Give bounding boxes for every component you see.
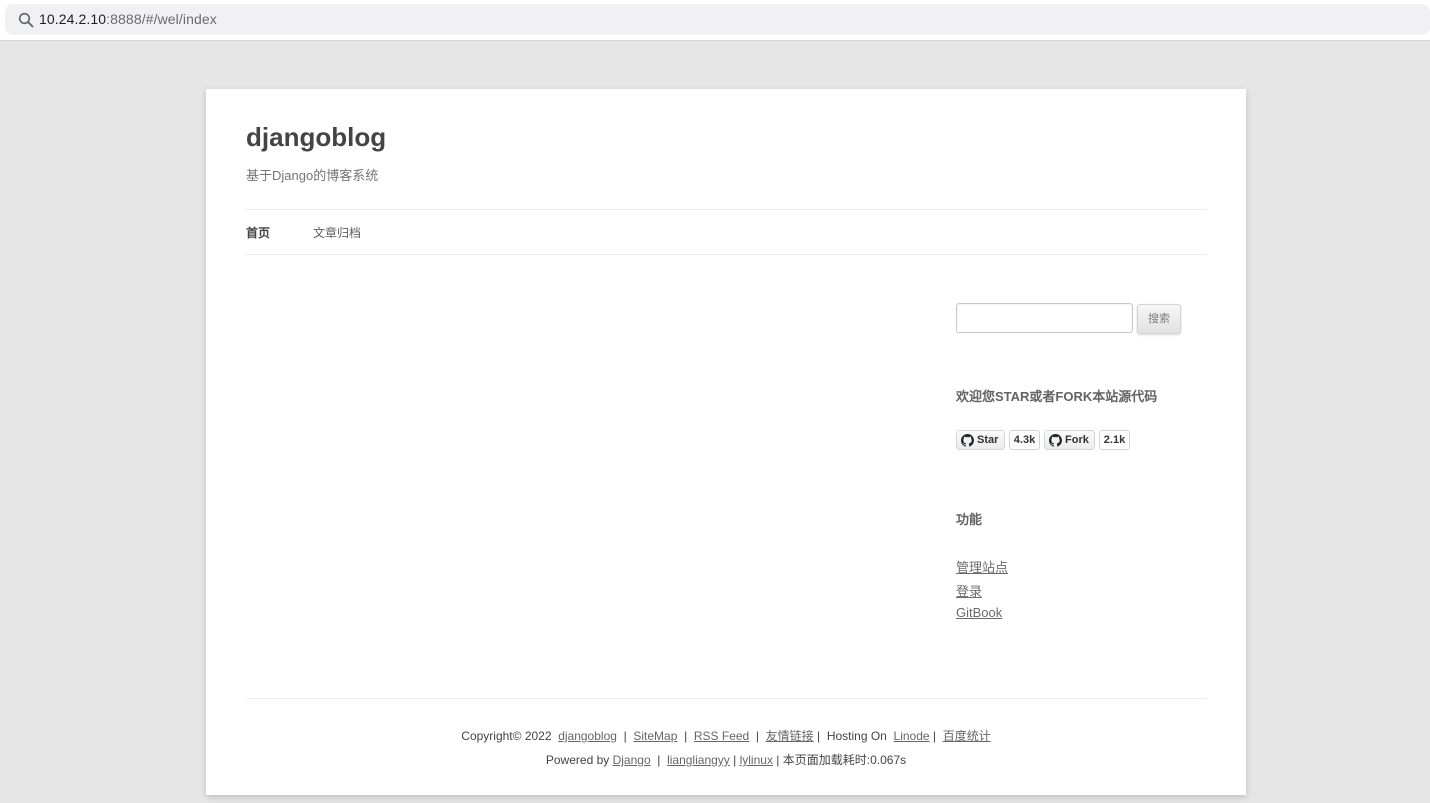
footer-site-link[interactable]: djangoblog <box>558 729 617 743</box>
functions-widget-title: 功能 <box>956 512 983 527</box>
search-icon <box>18 12 34 28</box>
url-text: 10.24.2.10:8888/#/wel/index <box>39 11 217 27</box>
fork-count[interactable]: 2.1k <box>1099 430 1130 450</box>
copyright-text: Copyright© 2022 <box>461 729 552 743</box>
hosting-text: Hosting On <box>826 729 887 743</box>
github-fork-button[interactable]: Fork <box>1044 430 1095 450</box>
star-count[interactable]: 4.3k <box>1009 430 1040 450</box>
browser-address-bar: 10.24.2.10:8888/#/wel/index <box>0 0 1430 41</box>
search-button[interactable]: 搜索 <box>1137 304 1181 334</box>
baidu-stats-link[interactable]: 百度统计 <box>943 729 991 743</box>
fork-label: Fork <box>1065 434 1089 446</box>
github-widget-title: 欢迎您STAR或者FORK本站源代码 <box>956 389 1158 404</box>
author-link[interactable]: liangliangyy <box>667 753 730 767</box>
django-link[interactable]: Django <box>613 753 651 767</box>
footer-divider <box>246 698 1207 699</box>
rss-feed-link[interactable]: RSS Feed <box>694 729 749 743</box>
page-card: djangoblog 基于Django的博客系统 首页 文章归档 搜索 欢迎您S… <box>206 89 1246 795</box>
url-path: :8888/#/wel/index <box>106 11 217 27</box>
footer-copyright-row: Copyright© 2022 djangoblog | SiteMap | R… <box>461 729 991 743</box>
nav-item-archive[interactable]: 文章归档 <box>313 224 361 241</box>
admin-site-link[interactable]: 管理站点 <box>956 557 1008 576</box>
gitbook-link[interactable]: GitBook <box>956 605 1002 620</box>
linode-link[interactable]: Linode <box>894 729 930 743</box>
star-label: Star <box>977 434 999 446</box>
site-description: 基于Django的博客系统 <box>246 168 379 183</box>
main-nav: 首页 文章归档 <box>246 209 1207 255</box>
github-icon <box>1049 433 1062 447</box>
powered-by-text: Powered by <box>545 753 610 767</box>
url-host: 10.24.2.10 <box>39 11 107 27</box>
lylinux-link[interactable]: lylinux <box>740 753 773 767</box>
search-input[interactable] <box>956 303 1133 333</box>
login-link[interactable]: 登录 <box>956 581 982 600</box>
site-title[interactable]: djangoblog <box>246 122 386 153</box>
sitemap-link[interactable]: SiteMap <box>633 729 677 743</box>
github-icon <box>961 433 974 447</box>
nav-item-home[interactable]: 首页 <box>246 224 270 241</box>
url-field[interactable]: 10.24.2.10:8888/#/wel/index <box>5 4 1430 35</box>
github-star-button[interactable]: Star <box>956 430 1005 450</box>
load-time-text: 本页面加载耗时:0.067s <box>782 753 907 767</box>
footer-powered-row: Powered by Django | liangliangyy | lylin… <box>545 753 907 767</box>
friends-link[interactable]: 友情链接 <box>766 729 814 743</box>
